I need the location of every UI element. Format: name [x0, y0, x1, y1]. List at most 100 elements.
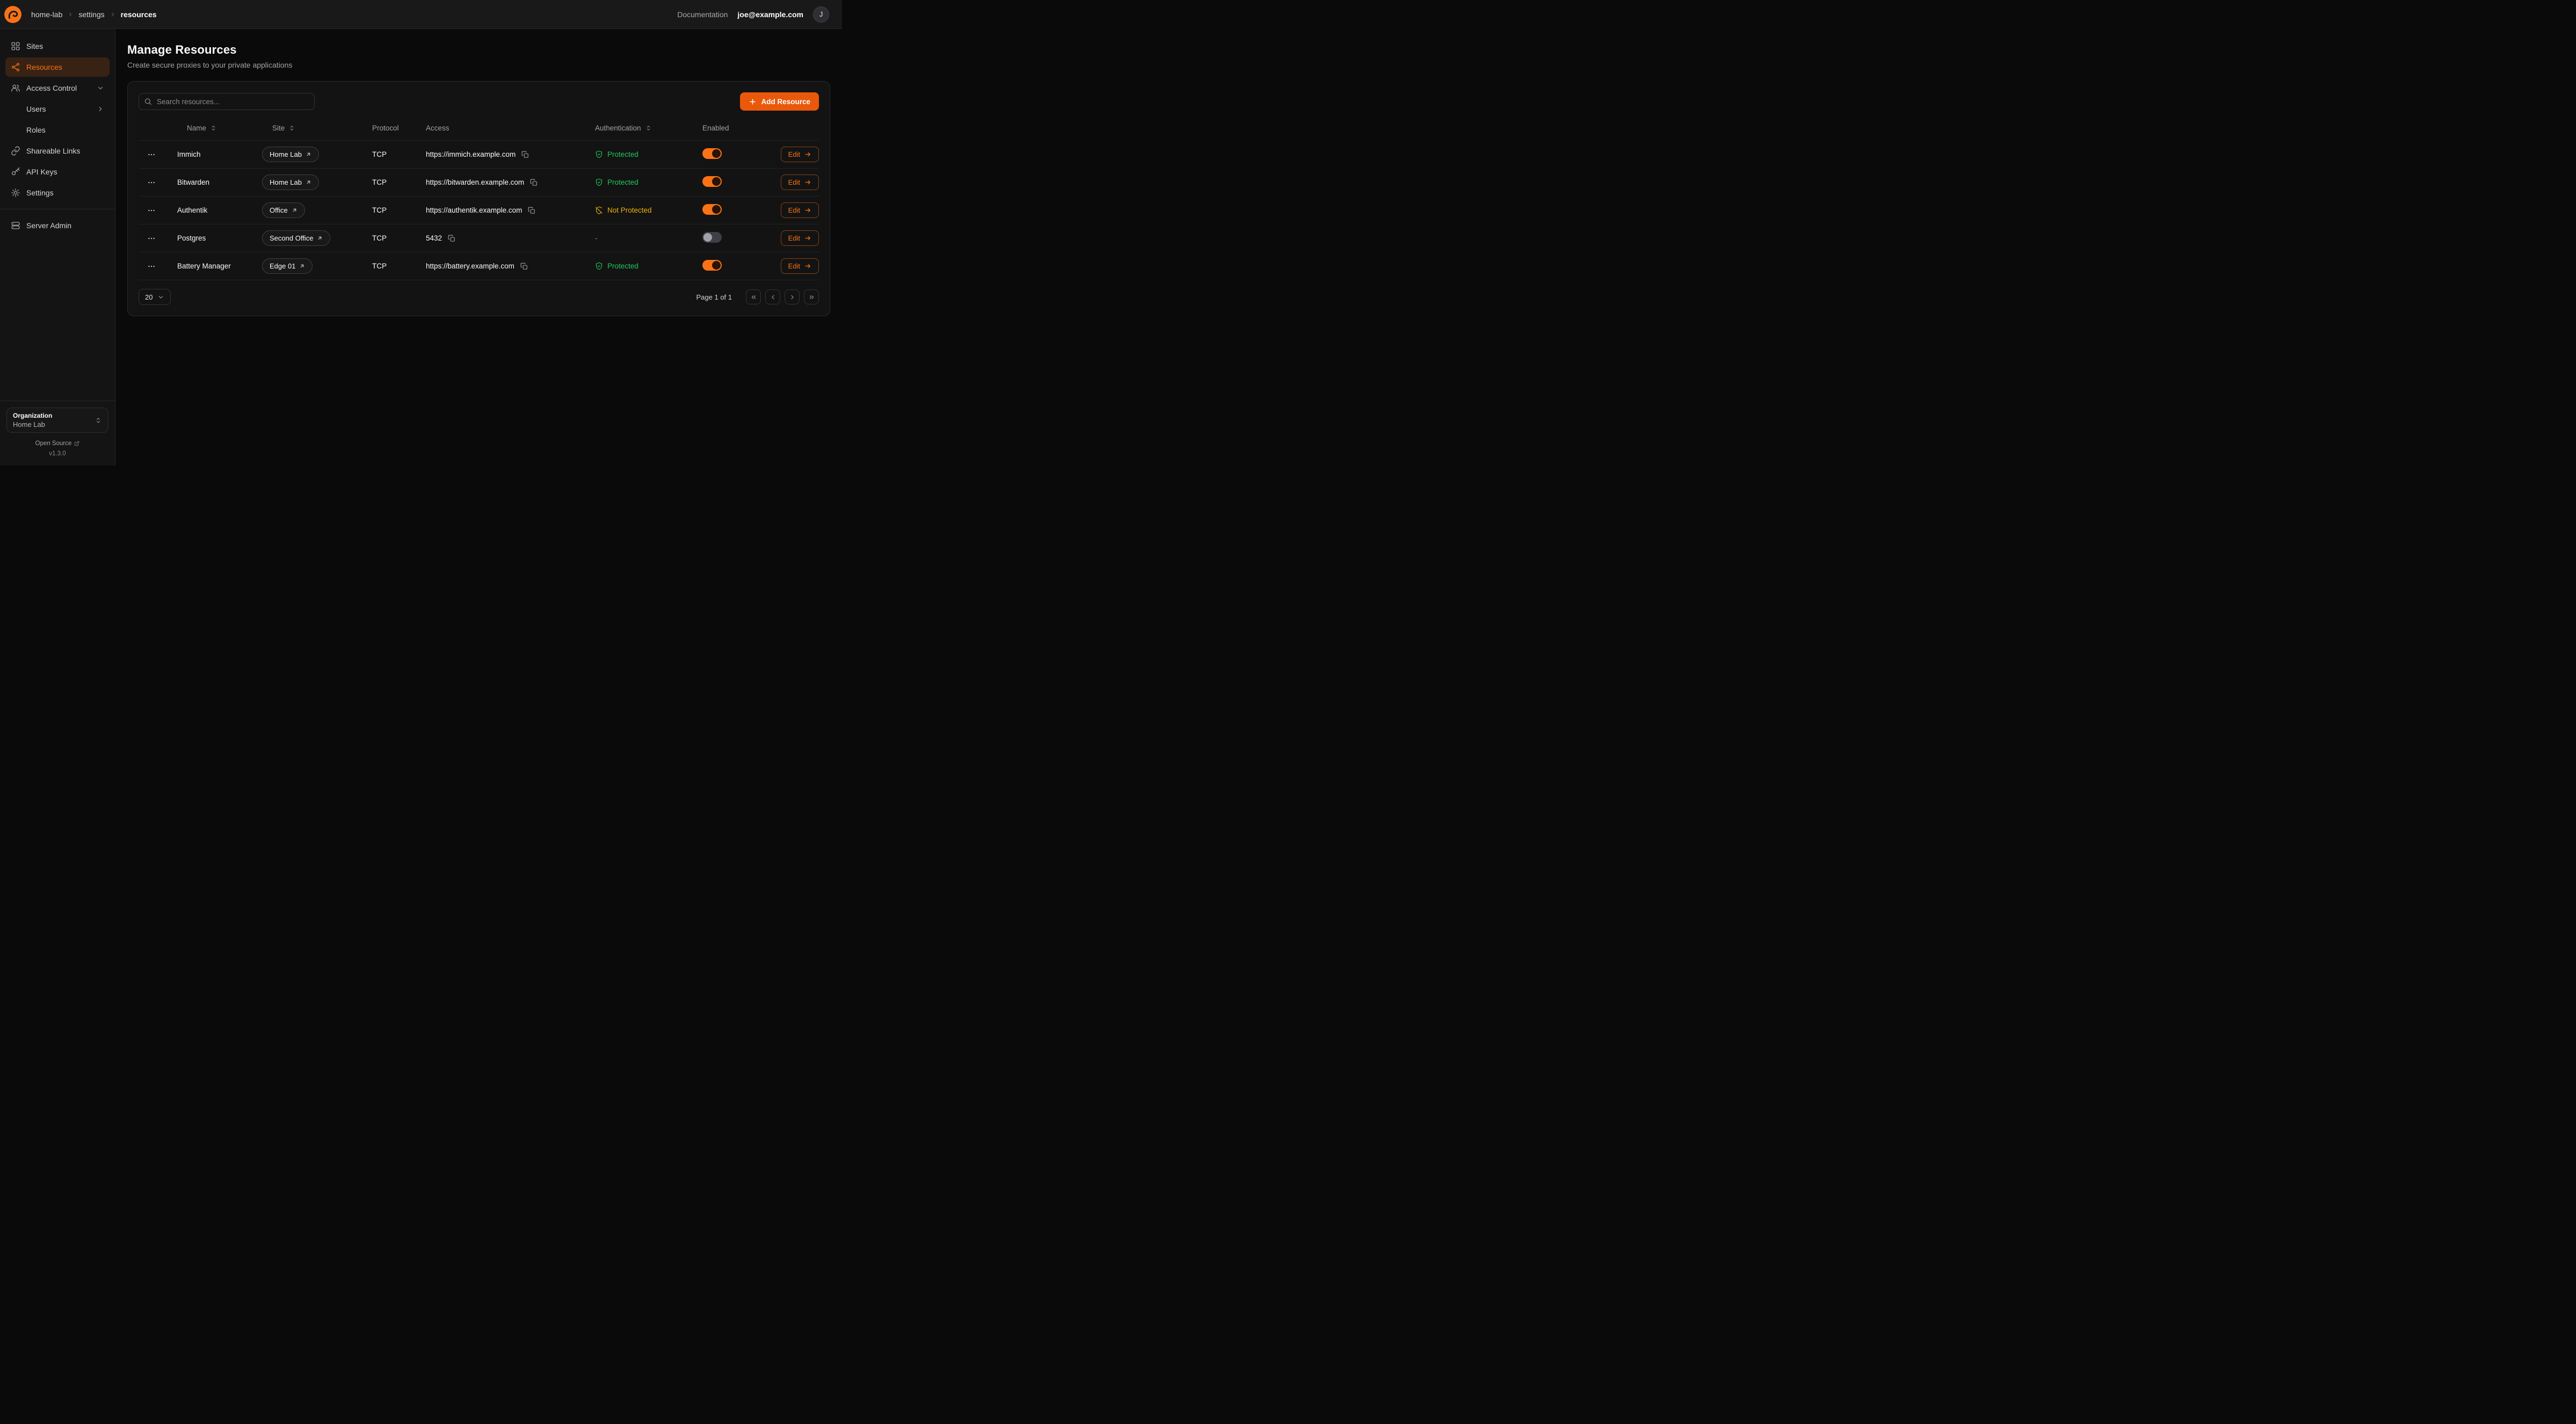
- external-link-icon: [292, 207, 297, 213]
- app-logo-icon[interactable]: [4, 6, 21, 23]
- search-box: [139, 93, 315, 110]
- pagination: Page 1 of 1: [696, 289, 819, 304]
- sidebar-item-users[interactable]: Users: [5, 99, 110, 119]
- row-menu-button[interactable]: [145, 148, 158, 161]
- sidebar-item-sites[interactable]: Sites: [5, 37, 110, 56]
- arrow-right-icon: [804, 207, 811, 214]
- edit-button[interactable]: Edit: [781, 202, 819, 218]
- enabled-toggle[interactable]: [702, 204, 722, 215]
- row-menu-button[interactable]: [145, 232, 158, 245]
- column-authentication[interactable]: Authentication: [595, 124, 702, 132]
- chevrons-up-down-icon: [95, 417, 102, 424]
- add-resource-button[interactable]: Add Resource: [740, 92, 819, 111]
- sidebar-nav: Sites Resources Access Control: [0, 29, 115, 401]
- table-row: Bitwarden Home Lab TCP https://bitwarden…: [139, 169, 819, 197]
- app-root: home-lab settings resources Documentatio…: [0, 0, 842, 466]
- sidebar-item-label: Resources: [26, 63, 62, 71]
- sidebar-item-shareable-links[interactable]: Shareable Links: [5, 141, 110, 161]
- shield-check-icon: [595, 262, 603, 270]
- chevron-down-icon: [157, 294, 164, 301]
- resource-name: Postgres: [164, 234, 262, 242]
- row-menu-button[interactable]: [145, 204, 158, 217]
- resource-access: https://authentik.example.com: [426, 206, 522, 214]
- sidebar-item-roles[interactable]: Roles: [5, 120, 110, 140]
- enabled-toggle[interactable]: [702, 148, 722, 159]
- enabled-toggle[interactable]: [702, 260, 722, 271]
- copy-icon[interactable]: [447, 234, 456, 243]
- copy-icon[interactable]: [529, 178, 539, 187]
- site-name: Second Office: [270, 234, 313, 242]
- open-source-link[interactable]: Open Source: [6, 440, 108, 447]
- copy-icon[interactable]: [527, 206, 536, 215]
- external-link-icon: [306, 151, 311, 157]
- key-icon: [11, 167, 20, 177]
- user-email[interactable]: joe@example.com: [737, 10, 803, 19]
- edit-label: Edit: [788, 150, 800, 158]
- next-page-button[interactable]: [785, 289, 800, 304]
- previous-page-button[interactable]: [765, 289, 780, 304]
- shell: Sites Resources Access Control: [0, 29, 842, 466]
- sort-icon: [288, 125, 295, 132]
- edit-button[interactable]: Edit: [781, 230, 819, 246]
- edit-label: Edit: [788, 234, 800, 242]
- documentation-link[interactable]: Documentation: [677, 10, 728, 19]
- chevron-right-icon: [110, 11, 116, 18]
- users-icon: [11, 83, 20, 93]
- main-content: Manage Resources Create secure proxies t…: [115, 29, 842, 466]
- search-input[interactable]: [139, 93, 315, 110]
- add-resource-label: Add Resource: [761, 98, 810, 106]
- site-link[interactable]: Edge 01: [262, 258, 313, 274]
- breadcrumb-item-org[interactable]: home-lab: [31, 10, 62, 19]
- avatar[interactable]: J: [813, 6, 829, 23]
- sidebar-item-api-keys[interactable]: API Keys: [5, 162, 110, 181]
- copy-icon[interactable]: [519, 261, 529, 271]
- sort-icon: [210, 125, 217, 132]
- sidebar-bottom: Organization Home Lab Open Source v1.3.0: [0, 401, 115, 466]
- column-name[interactable]: Name: [164, 124, 262, 132]
- site-link[interactable]: Second Office: [262, 230, 330, 246]
- site-link[interactable]: Office: [262, 202, 305, 218]
- sidebar-item-access-control[interactable]: Access Control: [5, 78, 110, 98]
- edit-label: Edit: [788, 206, 800, 214]
- edit-button[interactable]: Edit: [781, 258, 819, 274]
- shield-check-icon: [595, 178, 603, 186]
- page-title: Manage Resources: [127, 43, 830, 57]
- arrow-right-icon: [804, 151, 811, 158]
- enabled-toggle[interactable]: [702, 176, 722, 187]
- resources-table: Name Site Protocol: [139, 116, 819, 280]
- row-menu-button[interactable]: [145, 260, 158, 273]
- site-link[interactable]: Home Lab: [262, 175, 319, 190]
- version-label: v1.3.0: [6, 451, 108, 457]
- column-site[interactable]: Site: [262, 124, 372, 132]
- copy-icon[interactable]: [520, 150, 530, 159]
- row-menu-button[interactable]: [145, 176, 158, 189]
- first-page-button[interactable]: [746, 289, 761, 304]
- breadcrumb-item-resources[interactable]: resources: [121, 10, 157, 19]
- resource-protocol: TCP: [372, 262, 426, 270]
- resource-name: Authentik: [164, 206, 262, 214]
- table-row: Authentik Office TCP https://authentik.e…: [139, 197, 819, 224]
- sidebar-item-resources[interactable]: Resources: [5, 57, 110, 77]
- sidebar-item-settings[interactable]: Settings: [5, 183, 110, 202]
- sidebar-item-label: Roles: [26, 126, 46, 134]
- external-link-icon: [74, 441, 79, 446]
- auth-status: Protected: [607, 150, 638, 158]
- enabled-toggle[interactable]: [702, 232, 722, 243]
- site-link[interactable]: Home Lab: [262, 147, 319, 162]
- page-size-select[interactable]: 20: [139, 289, 171, 305]
- search-icon: [144, 98, 152, 106]
- breadcrumb-item-settings[interactable]: settings: [78, 10, 104, 19]
- topbar: home-lab settings resources Documentatio…: [0, 0, 842, 29]
- last-page-button[interactable]: [804, 289, 819, 304]
- sidebar-item-label: Server Admin: [26, 221, 71, 230]
- sidebar-item-server-admin[interactable]: Server Admin: [5, 216, 110, 235]
- org-selector[interactable]: Organization Home Lab: [6, 408, 108, 433]
- site-name: Office: [270, 206, 288, 214]
- org-name: Home Lab: [13, 420, 52, 428]
- topbar-right: Documentation joe@example.com J: [677, 6, 829, 23]
- edit-button[interactable]: Edit: [781, 175, 819, 190]
- sidebar-item-label: Users: [26, 105, 46, 113]
- site-name: Edge 01: [270, 262, 295, 270]
- shield-check-icon: [595, 150, 603, 158]
- edit-button[interactable]: Edit: [781, 147, 819, 162]
